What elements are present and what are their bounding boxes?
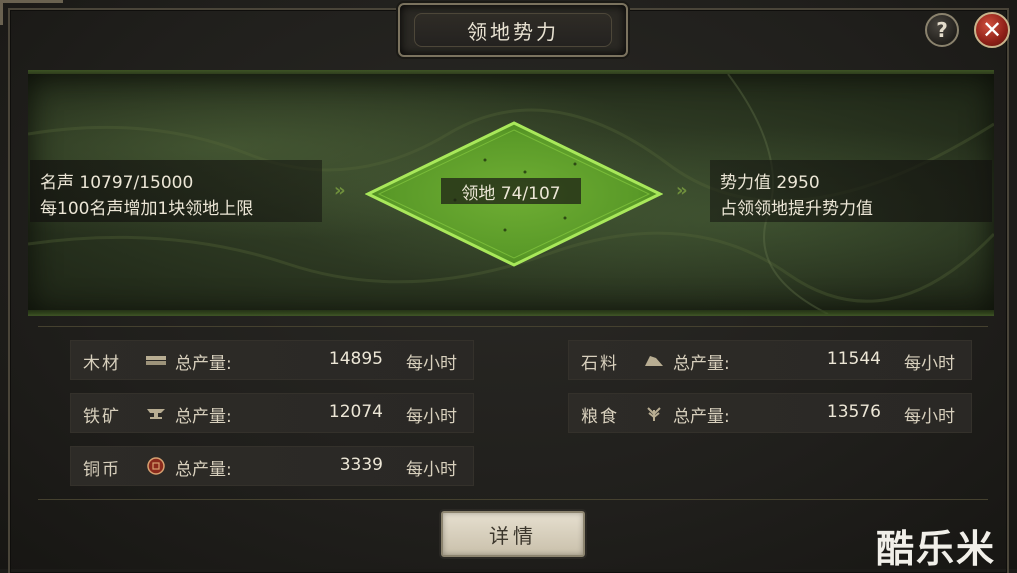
resource-name: 木材 [83, 354, 121, 374]
resource-unit: 每小时 [406, 354, 457, 374]
question-icon: ? [936, 18, 948, 42]
close-button[interactable]: ✕ [974, 12, 1010, 48]
resource-row-wood: 木材 总产量: 14895 每小时 [70, 340, 474, 380]
resource-name: 铁矿 [83, 407, 121, 427]
power-panel: 势力值 2950 占领领地提升势力值 [710, 160, 992, 222]
wood-icon [146, 356, 166, 365]
resource-row-copper: 铜币 总产量: 3339 每小时 [70, 446, 474, 486]
resource-label: 总产量: [175, 407, 232, 427]
details-button[interactable]: 详情 [441, 511, 585, 557]
divider-bottom [38, 499, 988, 500]
help-button[interactable]: ? [925, 13, 959, 47]
resource-name: 石料 [581, 354, 619, 374]
resource-row-iron: 铁矿 总产量: 12074 每小时 [70, 393, 474, 433]
resource-unit: 每小时 [904, 354, 955, 374]
copper-coin-icon [147, 457, 165, 475]
close-icon: ✕ [981, 16, 1003, 44]
arrow-right-icon: » [676, 180, 688, 201]
resource-label: 总产量: [175, 354, 232, 374]
resource-value: 13576 [826, 402, 881, 422]
power-description: 占领领地提升势力值 [720, 199, 873, 219]
title-plate: 领地势力 [398, 3, 628, 57]
fame-description: 每100名声增加1块领地上限 [40, 199, 254, 219]
arrow-right-icon: » [334, 180, 346, 201]
resource-row-grain: 粮食 总产量: 13576 每小时 [568, 393, 972, 433]
resource-value: 3339 [339, 455, 383, 475]
resource-label: 总产量: [673, 354, 730, 374]
divider-top [38, 326, 988, 327]
map-border-bottom [28, 310, 994, 316]
resource-unit: 每小时 [406, 460, 457, 480]
resource-label: 总产量: [175, 460, 232, 480]
resource-unit: 每小时 [406, 407, 457, 427]
resource-value: 11544 [826, 349, 881, 369]
resource-label: 总产量: [673, 407, 730, 427]
dialog-title: 领地势力 [414, 13, 612, 47]
resource-value: 14895 [328, 349, 383, 369]
territory-count: 领地 74/107 [441, 178, 581, 204]
stone-icon [645, 356, 663, 366]
watermark: 酷乐米 [876, 527, 997, 571]
resource-name: 粮食 [581, 407, 619, 427]
power-value: 势力值 2950 [720, 173, 820, 193]
fame-panel: 名声 10797/15000 每100名声增加1块领地上限 [30, 160, 322, 222]
resource-row-stone: 石料 总产量: 11544 每小时 [568, 340, 972, 380]
resource-value: 12074 [328, 402, 383, 422]
frame-corner-ornament [0, 0, 63, 25]
resource-unit: 每小时 [904, 407, 955, 427]
fame-value: 名声 10797/15000 [40, 173, 194, 193]
grain-icon [647, 407, 661, 421]
iron-anvil-icon [147, 409, 165, 419]
resource-name: 铜币 [83, 460, 121, 480]
